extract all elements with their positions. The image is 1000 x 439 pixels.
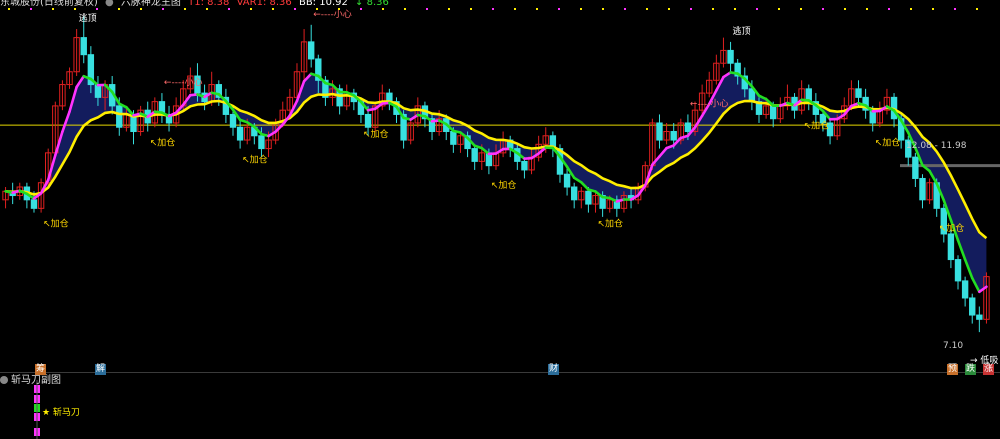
signal-dot xyxy=(888,8,890,10)
candle-body xyxy=(229,113,237,128)
annotation-label: ←----小心 xyxy=(313,9,352,20)
candle-body xyxy=(969,297,976,316)
candle-body xyxy=(770,105,777,120)
annotation-label: 逃顶 xyxy=(79,12,97,24)
signal-dot xyxy=(470,8,472,10)
annotation-label: ↖加仓 xyxy=(804,119,830,131)
signal-dot xyxy=(954,8,956,10)
candle-body xyxy=(919,177,926,201)
candle-body xyxy=(855,88,862,98)
signal-dot xyxy=(976,8,978,10)
candle-body xyxy=(116,105,123,128)
param-var1: VAR1: 8.36 xyxy=(236,0,292,8)
event-badge[interactable]: 跌 xyxy=(965,364,977,375)
annotation-label: ↖加仓 xyxy=(242,154,268,166)
signal-dot xyxy=(822,8,824,10)
panel-divider xyxy=(0,372,1000,373)
annotation-label: ↖加仓 xyxy=(875,137,901,149)
annotation-label: ↖加仓 xyxy=(598,218,624,230)
sub-panel-header: 斩马刀副图 xyxy=(0,375,61,387)
param-t1: T1: 8.38 xyxy=(188,0,230,8)
annotation-label: ↖加仓 xyxy=(43,218,69,230)
candle-body xyxy=(961,280,969,299)
signal-dot xyxy=(514,8,516,10)
signal-dot xyxy=(778,8,780,10)
annotation-label: ↖加仓 xyxy=(363,128,389,140)
candle-body xyxy=(364,113,372,128)
signal-dot xyxy=(756,8,758,10)
candle-body xyxy=(563,173,571,188)
candle-body xyxy=(471,148,478,162)
candle-body xyxy=(94,84,102,98)
price-range-label: 12.08 - 11.98 xyxy=(906,141,967,151)
signal-dot xyxy=(800,8,802,10)
annotation-label: ↖加仓 xyxy=(491,179,517,191)
signal-dot xyxy=(844,8,846,10)
signal-dot xyxy=(712,8,714,10)
event-badge[interactable]: 预 xyxy=(947,364,959,375)
signal-dot xyxy=(404,8,406,10)
indicator-title: 六脉神龙主图 xyxy=(120,0,181,8)
indicator-dot-icon: ● xyxy=(105,0,114,8)
candle-body xyxy=(307,41,315,60)
candle-body xyxy=(727,49,734,64)
signal-dot xyxy=(734,8,736,10)
candle-body xyxy=(684,122,692,133)
candle-body xyxy=(912,156,919,179)
event-badge[interactable]: 筹 xyxy=(35,364,47,375)
signal-dot xyxy=(624,8,626,10)
signal-dot xyxy=(536,8,538,10)
signal-dot xyxy=(932,8,934,10)
stock-title: 东城股份(日线前复权) xyxy=(0,0,98,8)
param-down: ↓ 8.36 xyxy=(355,0,389,8)
candle-body xyxy=(450,131,457,145)
annotation-label: ↖加仓 xyxy=(939,222,965,234)
annotation-label: 逃顶 xyxy=(733,25,751,37)
param-bb: BB: 10.92 xyxy=(298,0,348,8)
event-badge[interactable]: 涨 xyxy=(983,364,995,375)
candle-body xyxy=(570,186,578,201)
candle-body xyxy=(521,160,528,171)
signal-dot xyxy=(690,8,692,10)
low-price-label: 7.10 xyxy=(943,341,964,351)
candle-body xyxy=(80,37,87,56)
signal-dot xyxy=(646,8,648,10)
signal-dot xyxy=(910,8,912,10)
signal-dot xyxy=(448,8,450,10)
candle-body xyxy=(954,259,962,282)
signal-dot xyxy=(426,8,428,10)
signal-dot xyxy=(602,8,604,10)
sub-panel-marker: ★ 斩马刀 xyxy=(42,408,80,418)
event-badge[interactable]: 解 xyxy=(95,364,107,375)
signal-dot xyxy=(492,8,494,10)
candle-body xyxy=(656,122,663,141)
chart-header: 东城股份(日线前复权) ● 六脉神龙主图 T1: 8.38 VAR1: 8.36… xyxy=(0,0,393,9)
candle-body xyxy=(258,135,265,150)
annotation-label: ←----小心 xyxy=(690,98,729,109)
signal-dot xyxy=(866,8,868,10)
candle-body xyxy=(947,233,955,261)
annotation-label: ←----小心 xyxy=(164,77,203,88)
sub-indicator-dot-icon xyxy=(0,376,8,384)
candle-body xyxy=(670,131,677,141)
signal-dot xyxy=(558,8,560,10)
main-chart[interactable]: 逃顶逃顶←----小心←----小心←----小心↖加仓↖加仓↖加仓↖加仓↖加仓… xyxy=(0,0,1000,439)
signal-dot xyxy=(580,8,582,10)
annotation-label: ↖加仓 xyxy=(150,137,176,149)
candle-body xyxy=(976,314,983,320)
candle-body xyxy=(585,190,592,205)
signal-dot xyxy=(668,8,670,10)
event-badge[interactable]: 财 xyxy=(548,364,560,375)
candle-body xyxy=(30,199,38,209)
candle-body xyxy=(236,126,244,141)
sub-panel-title: 斩马刀副图 xyxy=(11,375,61,386)
